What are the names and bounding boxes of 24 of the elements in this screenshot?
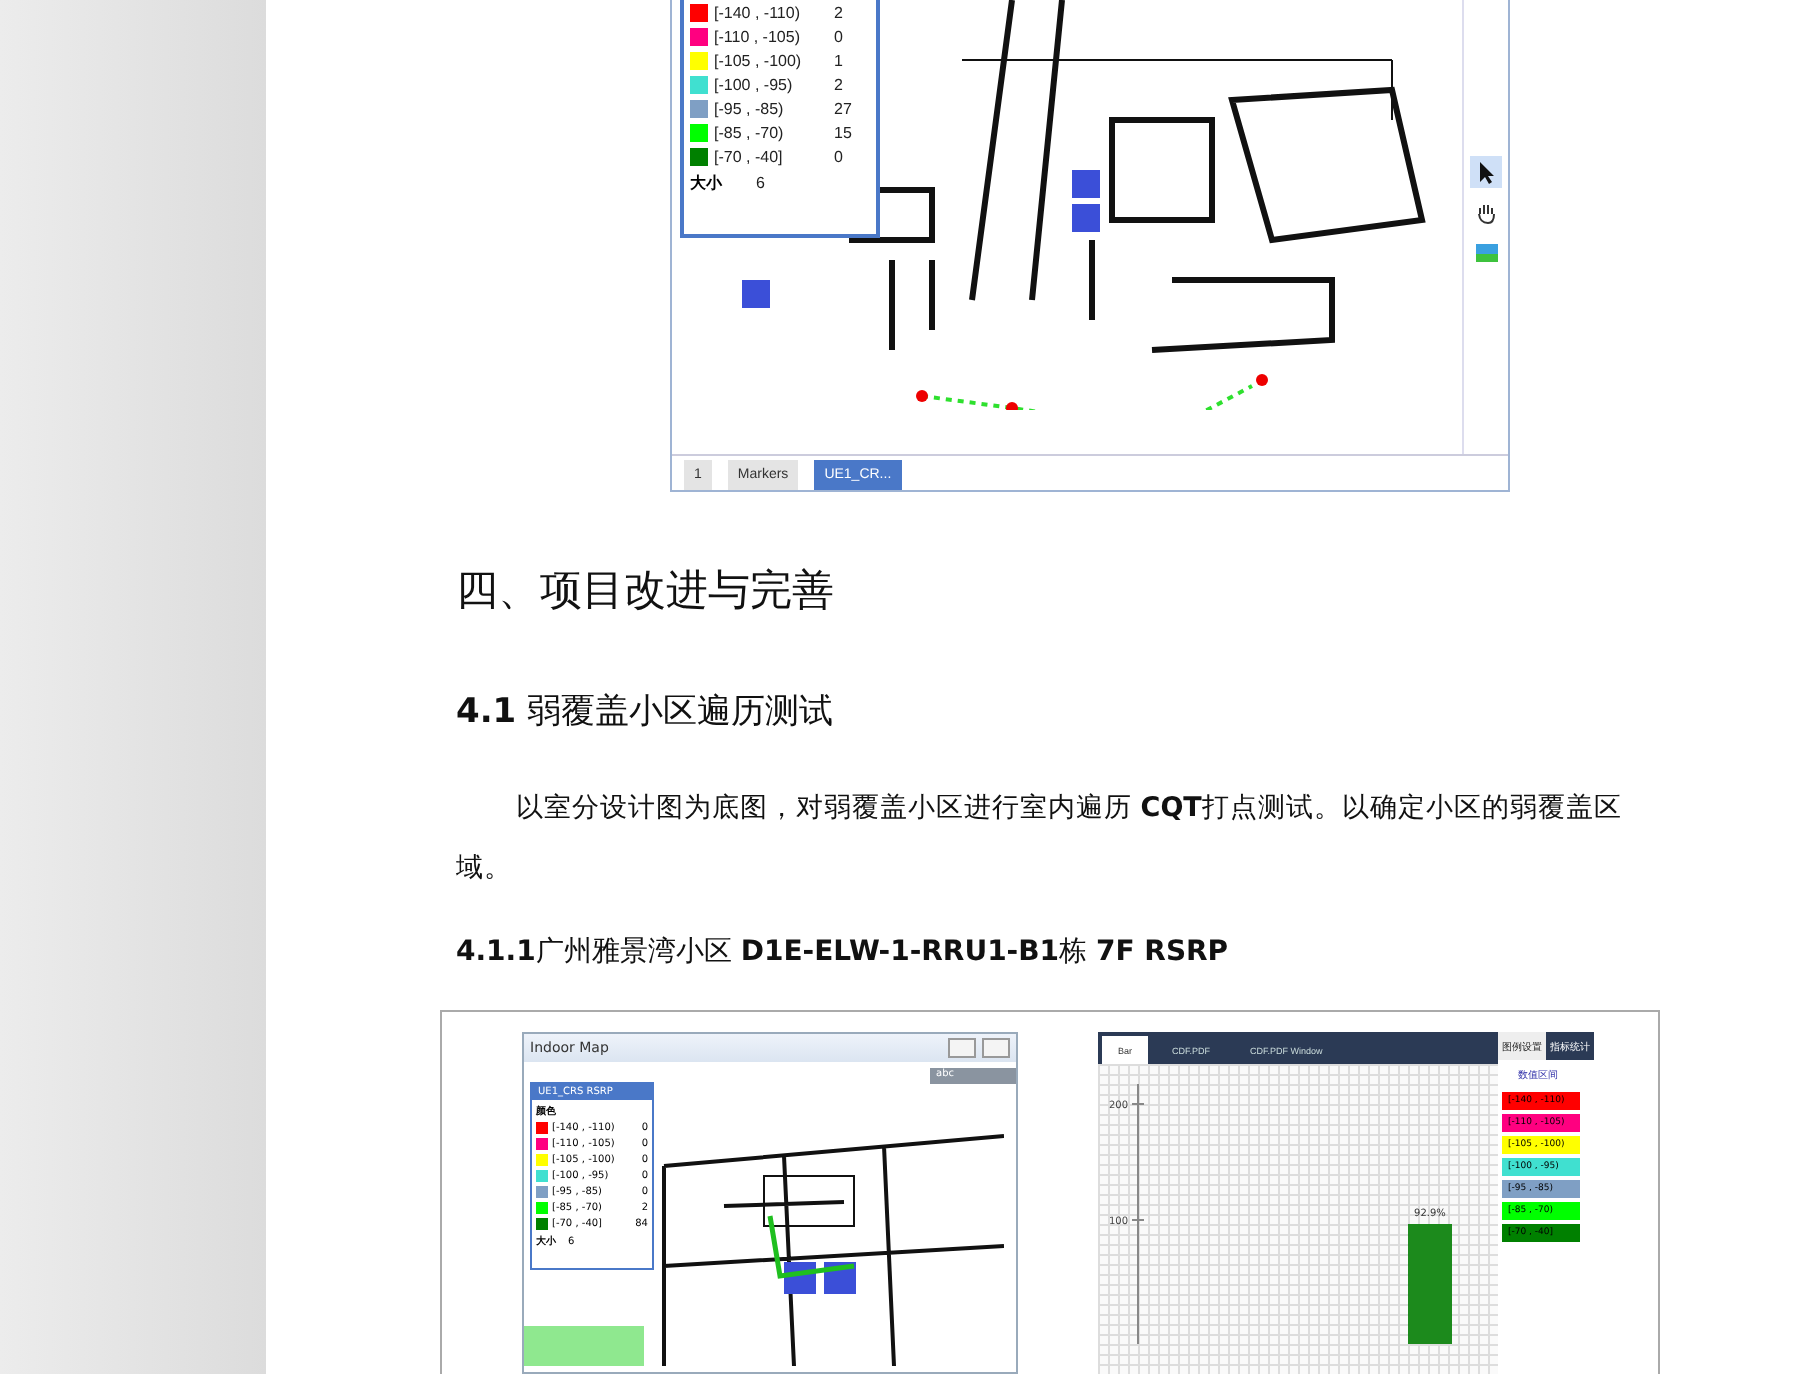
chart-bar [1408,1224,1452,1344]
pointer-icon[interactable] [1470,156,1502,188]
subsection-heading: 4.1.1广州雅景湾小区 D1E-ELW-1-RRU1-B1栋 7F RSRP [456,934,1231,970]
count-label: 0 [834,28,845,46]
range-label: [-140 , -110) [714,4,802,22]
size-value: 6 [756,174,767,192]
size-label: 大小 [690,172,724,194]
range-label: [-110 , -105) [714,28,802,46]
minimize-button[interactable] [948,1038,976,1058]
range-label: [-105 , -100) [714,52,804,70]
count-label: 2 [834,76,845,94]
count-label: 15 [834,124,854,142]
range-label: [-100 , -95) [714,76,795,94]
count-label: 2 [834,4,845,22]
maximize-button[interactable] [982,1038,1010,1058]
count-label: 1 [834,52,845,70]
section-heading: 四、项目改进与完善 [456,564,836,618]
count-label: 0 [834,148,845,166]
body-paragraph: 以室分设计图为底图，对弱覆盖小区进行室内遍历 CQT打点测试。以确定小区的弱覆盖区域。 [456,790,1624,888]
range-label: [-85 , -70) [714,124,786,142]
range-label: [-70 , -40] [714,148,785,166]
range-label: [-95 , -85) [714,100,786,118]
count-label: 27 [834,100,854,118]
subsection-heading: 4.1 弱覆盖小区遍历测试 [456,690,836,734]
